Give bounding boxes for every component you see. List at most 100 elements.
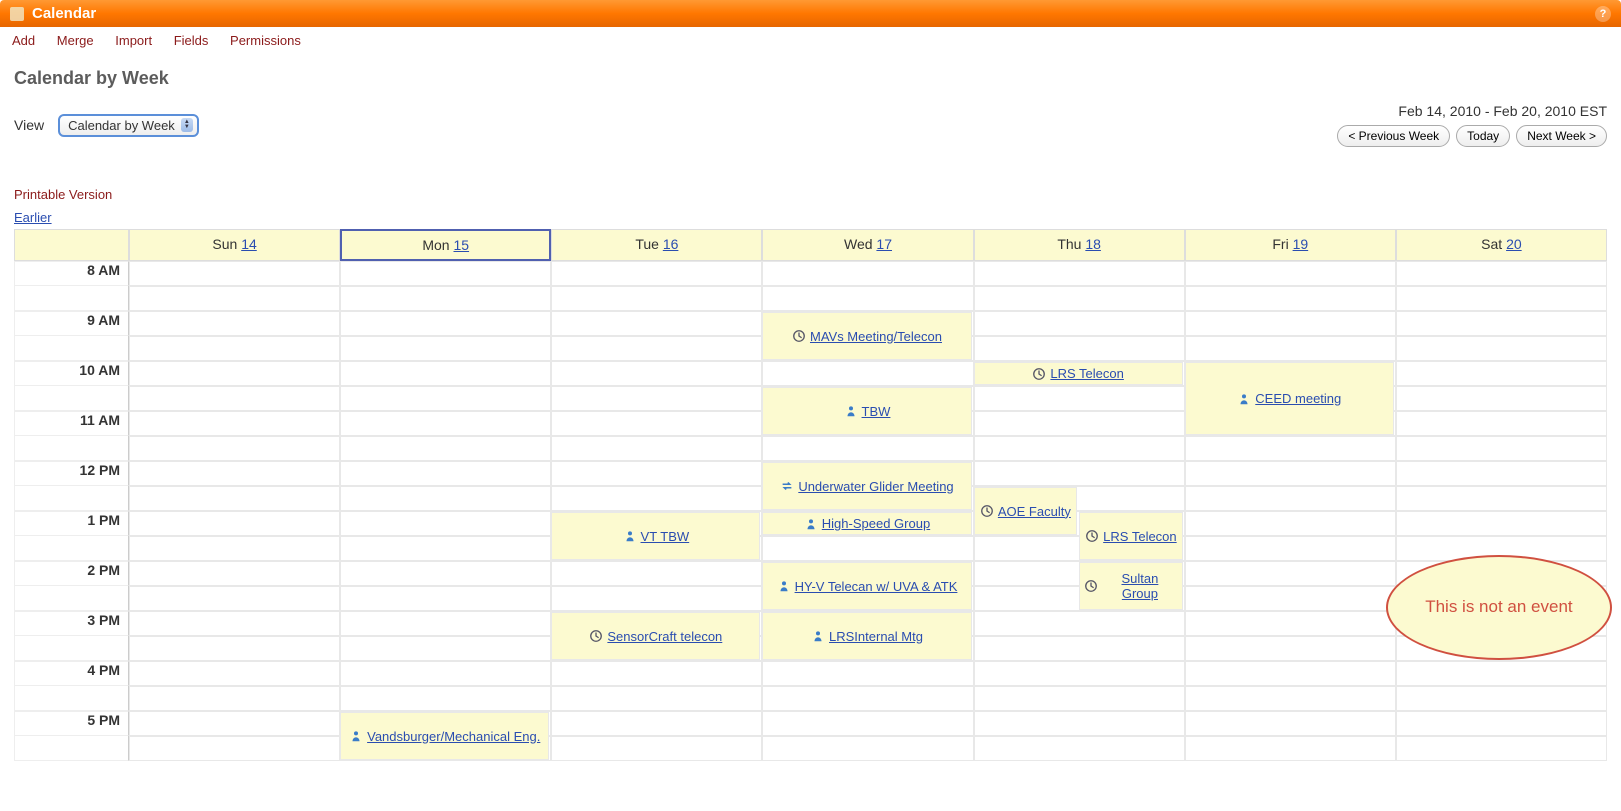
toolbar-fields[interactable]: Fields	[174, 33, 209, 48]
calendar-cell[interactable]	[974, 686, 1185, 711]
calendar-cell[interactable]	[974, 411, 1185, 436]
calendar-cell[interactable]	[129, 411, 340, 436]
earlier-link[interactable]: Earlier	[14, 210, 52, 225]
day-link[interactable]: 14	[241, 236, 257, 252]
calendar-cell[interactable]	[1185, 661, 1396, 686]
calendar-cell[interactable]	[129, 536, 340, 561]
calendar-cell[interactable]	[1185, 511, 1396, 536]
toolbar-import[interactable]: Import	[115, 33, 152, 48]
calendar-cell[interactable]	[762, 536, 973, 561]
calendar-cell[interactable]	[762, 661, 973, 686]
event-lrs1[interactable]: LRS Telecon	[974, 362, 1183, 385]
calendar-cell[interactable]	[1396, 261, 1607, 286]
calendar-cell[interactable]	[129, 636, 340, 661]
calendar-cell[interactable]	[1185, 686, 1396, 711]
calendar-cell[interactable]	[1185, 636, 1396, 661]
toolbar-add[interactable]: Add	[12, 33, 35, 48]
calendar-cell[interactable]	[762, 711, 973, 736]
calendar-cell[interactable]	[129, 511, 340, 536]
calendar-cell[interactable]	[1396, 711, 1607, 736]
calendar-cell[interactable]	[974, 661, 1185, 686]
event-hyv[interactable]: HY-V Telecan w/ UVA & ATK	[762, 562, 971, 610]
calendar-cell[interactable]	[129, 561, 340, 586]
calendar-cell[interactable]	[340, 511, 551, 536]
calendar-cell[interactable]	[340, 386, 551, 411]
calendar-cell[interactable]	[1185, 736, 1396, 761]
calendar-cell[interactable]	[129, 361, 340, 386]
calendar-cell[interactable]	[1185, 536, 1396, 561]
calendar-cell[interactable]	[129, 486, 340, 511]
calendar-cell[interactable]	[551, 686, 762, 711]
calendar-cell[interactable]	[129, 386, 340, 411]
calendar-cell[interactable]	[340, 536, 551, 561]
calendar-cell[interactable]	[551, 736, 762, 761]
calendar-cell[interactable]	[974, 636, 1185, 661]
calendar-cell[interactable]	[340, 611, 551, 636]
calendar-cell[interactable]	[1185, 286, 1396, 311]
calendar-cell[interactable]	[1185, 311, 1396, 336]
calendar-cell[interactable]	[974, 736, 1185, 761]
calendar-cell[interactable]	[974, 286, 1185, 311]
event-mavs[interactable]: MAVs Meeting/Telecon	[762, 312, 971, 360]
calendar-cell[interactable]	[974, 386, 1185, 411]
toolbar-permissions[interactable]: Permissions	[230, 33, 301, 48]
calendar-cell[interactable]	[762, 261, 973, 286]
calendar-cell[interactable]	[340, 486, 551, 511]
calendar-cell[interactable]	[340, 311, 551, 336]
calendar-cell[interactable]	[551, 711, 762, 736]
event-vands[interactable]: Vandsburger/Mechanical Eng.	[340, 712, 549, 760]
calendar-cell[interactable]	[129, 611, 340, 636]
calendar-cell[interactable]	[551, 586, 762, 611]
day-link[interactable]: 20	[1506, 236, 1522, 252]
calendar-cell[interactable]	[129, 586, 340, 611]
day-link[interactable]: 16	[663, 236, 679, 252]
calendar-cell[interactable]	[1185, 436, 1396, 461]
calendar-cell[interactable]	[340, 561, 551, 586]
help-icon[interactable]: ?	[1595, 6, 1611, 22]
calendar-cell[interactable]	[340, 286, 551, 311]
calendar-cell[interactable]	[1185, 336, 1396, 361]
calendar-cell[interactable]	[974, 436, 1185, 461]
calendar-cell[interactable]	[1185, 711, 1396, 736]
calendar-cell[interactable]	[340, 461, 551, 486]
event-vttbw[interactable]: VT TBW	[551, 512, 760, 560]
calendar-cell[interactable]	[762, 436, 973, 461]
calendar-cell[interactable]	[340, 661, 551, 686]
calendar-cell[interactable]	[551, 361, 762, 386]
calendar-cell[interactable]	[551, 661, 762, 686]
calendar-cell[interactable]	[1396, 511, 1607, 536]
calendar-cell[interactable]	[1396, 311, 1607, 336]
day-link[interactable]: 17	[876, 236, 892, 252]
calendar-cell[interactable]	[551, 486, 762, 511]
calendar-cell[interactable]	[129, 261, 340, 286]
calendar-cell[interactable]	[129, 436, 340, 461]
calendar-cell[interactable]	[1396, 436, 1607, 461]
calendar-cell[interactable]	[1396, 336, 1607, 361]
day-link[interactable]: 15	[453, 237, 469, 253]
calendar-cell[interactable]	[551, 311, 762, 336]
calendar-cell[interactable]	[129, 711, 340, 736]
calendar-cell[interactable]	[762, 736, 973, 761]
calendar-cell[interactable]	[1396, 661, 1607, 686]
calendar-cell[interactable]	[551, 561, 762, 586]
calendar-cell[interactable]	[129, 311, 340, 336]
calendar-cell[interactable]	[1185, 611, 1396, 636]
calendar-cell[interactable]	[1396, 411, 1607, 436]
calendar-cell[interactable]	[340, 261, 551, 286]
event-aoe[interactable]: AOE Faculty	[974, 487, 1078, 535]
event-tbw[interactable]: TBW	[762, 387, 971, 435]
calendar-cell[interactable]	[340, 436, 551, 461]
calendar-cell[interactable]	[974, 261, 1185, 286]
calendar-cell[interactable]	[1396, 736, 1607, 761]
calendar-cell[interactable]	[762, 361, 973, 386]
calendar-cell[interactable]	[551, 461, 762, 486]
calendar-cell[interactable]	[974, 461, 1185, 486]
event-sensor[interactable]: SensorCraft telecon	[551, 612, 760, 660]
next-week-button[interactable]: Next Week >	[1516, 125, 1607, 147]
event-lrs2[interactable]: LRS Telecon	[1079, 512, 1183, 560]
calendar-cell[interactable]	[129, 686, 340, 711]
calendar-cell[interactable]	[1396, 286, 1607, 311]
calendar-cell[interactable]	[974, 336, 1185, 361]
calendar-cell[interactable]	[762, 286, 973, 311]
calendar-cell[interactable]	[1396, 361, 1607, 386]
